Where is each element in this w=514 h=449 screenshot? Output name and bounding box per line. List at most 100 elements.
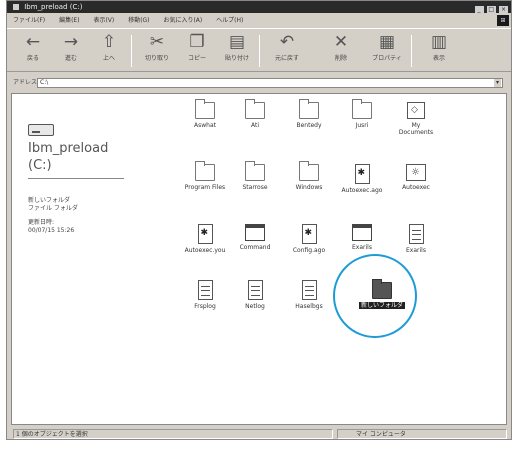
file-item-folder[interactable]: Program Files bbox=[177, 161, 233, 191]
file-item-setup[interactable]: Autoexec bbox=[388, 164, 444, 191]
text-file-icon bbox=[408, 224, 424, 244]
file-item-text[interactable]: Haselbgs bbox=[281, 280, 337, 310]
file-item-folder[interactable]: Ati bbox=[227, 99, 283, 129]
file-item-folder[interactable]: Starrose bbox=[227, 161, 283, 191]
file-label: Starrose bbox=[242, 184, 268, 191]
undo-button[interactable]: ↶ 元に戻す bbox=[269, 31, 305, 62]
cut-label: 切り取り bbox=[144, 55, 169, 62]
document-icon bbox=[197, 224, 213, 244]
file-item-my-documents[interactable]: My Documents bbox=[388, 102, 444, 136]
title-bar[interactable]: Ibm_preload (C:) _ □ × bbox=[7, 1, 511, 14]
toolbar-separator bbox=[131, 35, 132, 67]
address-dropdown-icon[interactable]: ▾ bbox=[494, 79, 501, 87]
file-label: Aswhat bbox=[194, 122, 216, 129]
document-icon bbox=[354, 164, 370, 184]
info-divider bbox=[28, 178, 124, 179]
text-file-icon bbox=[301, 280, 317, 300]
file-item-folder[interactable]: Bentedy bbox=[281, 99, 337, 129]
file-item-document[interactable]: Autoexec.ago bbox=[334, 164, 390, 194]
file-label: Jusri bbox=[355, 122, 369, 129]
file-item-program[interactable]: Exarils bbox=[334, 224, 390, 251]
file-item-folder[interactable]: Aswhat bbox=[177, 99, 233, 129]
views-icon: ▥ bbox=[430, 32, 448, 52]
back-button[interactable]: ← 戻る bbox=[15, 31, 51, 62]
file-label: Haselbgs bbox=[295, 303, 323, 310]
properties-button[interactable]: ▦ プロパティ bbox=[369, 31, 405, 62]
menu-file[interactable]: ファイル(F) bbox=[13, 17, 45, 24]
drive-small-icon bbox=[13, 4, 19, 10]
status-bar: 1 個のオブジェクトを選択 マイ コンピュータ bbox=[7, 429, 511, 439]
window-title: Ibm_preload (C:) bbox=[24, 3, 83, 11]
menu-go[interactable]: 移動(G) bbox=[128, 17, 149, 24]
maximize-button[interactable]: □ bbox=[486, 6, 496, 14]
file-label: Autoexec.ago bbox=[341, 187, 383, 194]
menu-edit[interactable]: 編集(E) bbox=[59, 17, 79, 24]
minimize-button[interactable]: _ bbox=[474, 6, 484, 14]
up-label: 上へ bbox=[102, 55, 115, 62]
explorer-window: Ibm_preload (C:) _ □ × ファイル(F) 編集(E) 表示(… bbox=[6, 0, 512, 440]
folder-icon bbox=[195, 161, 215, 181]
file-item-folder[interactable]: Jusri bbox=[334, 99, 390, 129]
text-file-icon bbox=[197, 280, 213, 300]
program-window-icon bbox=[352, 224, 372, 241]
folder-icon bbox=[245, 99, 265, 119]
folder-icon bbox=[299, 161, 319, 181]
file-label: Program Files bbox=[184, 184, 226, 191]
file-label: Autoexec.you bbox=[184, 247, 226, 254]
delete-icon: ✕ bbox=[333, 32, 349, 52]
status-selection: 1 個のオブジェクトを選択 bbox=[13, 429, 333, 439]
document-icon bbox=[301, 224, 317, 244]
file-item-folder[interactable]: Windows bbox=[281, 161, 337, 191]
file-item-text[interactable]: Netlog bbox=[227, 280, 283, 310]
menu-favorites[interactable]: お気に入り(A) bbox=[163, 17, 202, 24]
menu-help[interactable]: ヘルプ(H) bbox=[216, 17, 243, 24]
properties-label: プロパティ bbox=[372, 55, 402, 62]
address-bar: アドレス C:\ ▾ bbox=[7, 77, 511, 89]
file-item-document[interactable]: Autoexec.you bbox=[177, 224, 233, 254]
file-label: Netlog bbox=[245, 303, 265, 310]
undo-label: 元に戻す bbox=[274, 55, 299, 62]
toolbar-separator bbox=[411, 35, 412, 67]
cut-icon: ✂ bbox=[149, 32, 165, 52]
paste-label: 貼り付け bbox=[224, 55, 249, 62]
file-view: Ibm_preload (C:) 新しいフォルダ ファイル フォルダ 更新日時:… bbox=[11, 93, 507, 425]
undo-icon: ↶ bbox=[279, 32, 295, 52]
windows-logo-icon: ⊞ bbox=[497, 15, 509, 26]
delete-button[interactable]: ✕ 削除 bbox=[323, 31, 359, 62]
copy-button[interactable]: ❐ コピー bbox=[179, 31, 215, 62]
paste-button[interactable]: ▤ 貼り付け bbox=[219, 31, 255, 62]
drive-name: Ibm_preload bbox=[28, 141, 109, 156]
info-panel: Ibm_preload (C:) 新しいフォルダ ファイル フォルダ 更新日時:… bbox=[12, 94, 162, 424]
close-button[interactable]: × bbox=[499, 6, 508, 14]
folder-icon bbox=[245, 161, 265, 181]
forward-arrow-icon: → bbox=[63, 32, 79, 52]
file-item-text[interactable]: Frsplog bbox=[177, 280, 233, 310]
file-item-text[interactable]: Exarils bbox=[388, 224, 444, 254]
toolbar: ← 戻る → 進む ⇧ 上へ ✂ 切り取り ❐ コピー ▤ 貼り付け ↶ 元に戻… bbox=[7, 28, 511, 72]
delete-label: 削除 bbox=[334, 55, 347, 62]
cut-button[interactable]: ✂ 切り取り bbox=[139, 31, 175, 62]
file-item-document[interactable]: Config.ago bbox=[281, 224, 337, 254]
file-label: Ati bbox=[250, 122, 260, 129]
forward-button[interactable]: → 進む bbox=[53, 31, 89, 62]
address-label: アドレス bbox=[13, 79, 38, 86]
views-button[interactable]: ▥ 表示 bbox=[421, 31, 457, 62]
copy-label: コピー bbox=[187, 55, 206, 62]
setup-icon bbox=[406, 164, 426, 181]
forward-label: 進む bbox=[64, 55, 77, 62]
properties-icon: ▦ bbox=[378, 32, 396, 52]
file-label: Command bbox=[239, 244, 271, 251]
address-field[interactable]: C:\ ▾ bbox=[37, 78, 503, 88]
up-button[interactable]: ⇧ 上へ bbox=[91, 31, 127, 62]
drive-letter: (C:) bbox=[28, 158, 52, 173]
toolbar-separator bbox=[259, 35, 260, 67]
file-label: My Documents bbox=[398, 122, 434, 136]
file-item-program[interactable]: Command bbox=[227, 224, 283, 251]
back-arrow-icon: ← bbox=[25, 32, 41, 52]
file-label: Frsplog bbox=[194, 303, 216, 310]
address-value: C:\ bbox=[40, 79, 49, 86]
modified-label: 更新日時: bbox=[28, 219, 55, 226]
menu-view[interactable]: 表示(V) bbox=[93, 17, 114, 24]
views-label: 表示 bbox=[432, 55, 445, 62]
modified-date: 00/07/15 15:26 bbox=[28, 227, 75, 234]
